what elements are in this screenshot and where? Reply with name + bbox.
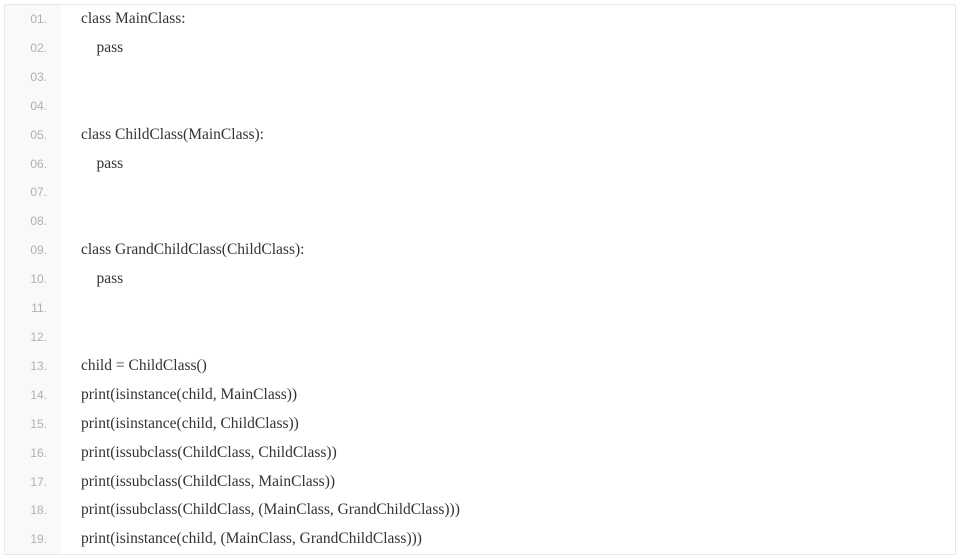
code-line: 04.	[5, 92, 955, 121]
code-line: 10. pass	[5, 265, 955, 294]
line-number: 02.	[5, 34, 61, 63]
line-number: 09.	[5, 236, 61, 265]
line-number: 06.	[5, 150, 61, 179]
line-content: print(isinstance(child, (MainClass, Gran…	[61, 525, 422, 554]
code-line: 03.	[5, 63, 955, 92]
line-content: class GrandChildClass(ChildClass):	[61, 236, 304, 265]
line-number: 03.	[5, 63, 61, 92]
line-content: pass	[61, 34, 123, 63]
line-number: 11.	[5, 294, 61, 323]
line-number: 07.	[5, 178, 61, 207]
line-number: 14.	[5, 381, 61, 410]
code-line: 07.	[5, 178, 955, 207]
line-content: print(issubclass(ChildClass, MainClass))	[61, 468, 335, 497]
line-content: pass	[61, 265, 123, 294]
code-line: 13.child = ChildClass()	[5, 352, 955, 381]
line-content: class MainClass:	[61, 5, 186, 34]
line-content: print(isinstance(child, ChildClass))	[61, 410, 299, 439]
code-line: 09.class GrandChildClass(ChildClass):	[5, 236, 955, 265]
line-number: 10.	[5, 265, 61, 294]
code-line: 01.class MainClass:	[5, 5, 955, 34]
line-number: 15.	[5, 410, 61, 439]
code-line: 08.	[5, 207, 955, 236]
line-number: 04.	[5, 92, 61, 121]
line-content: child = ChildClass()	[61, 352, 207, 381]
line-number: 17.	[5, 468, 61, 497]
line-number: 12.	[5, 323, 61, 352]
code-line: 14.print(isinstance(child, MainClass))	[5, 381, 955, 410]
code-line: 16.print(issubclass(ChildClass, ChildCla…	[5, 439, 955, 468]
code-line: 11.	[5, 294, 955, 323]
code-line: 06. pass	[5, 150, 955, 179]
line-content: pass	[61, 150, 123, 179]
code-line: 05.class ChildClass(MainClass):	[5, 121, 955, 150]
line-number: 16.	[5, 439, 61, 468]
line-content: print(isinstance(child, MainClass))	[61, 381, 297, 410]
code-line: 17.print(issubclass(ChildClass, MainClas…	[5, 468, 955, 497]
code-line: 12.	[5, 323, 955, 352]
line-content: class ChildClass(MainClass):	[61, 121, 264, 150]
line-content: print(issubclass(ChildClass, (MainClass,…	[61, 496, 460, 525]
code-line: 02. pass	[5, 34, 955, 63]
line-number: 08.	[5, 207, 61, 236]
code-line: 19.print(isinstance(child, (MainClass, G…	[5, 525, 955, 554]
line-number: 05.	[5, 121, 61, 150]
code-block: 01.class MainClass:02. pass03.04.05.clas…	[4, 4, 956, 555]
line-number: 18.	[5, 496, 61, 525]
line-number: 13.	[5, 352, 61, 381]
line-number: 19.	[5, 525, 61, 554]
line-number: 01.	[5, 5, 61, 34]
line-content: print(issubclass(ChildClass, ChildClass)…	[61, 439, 337, 468]
code-line: 15.print(isinstance(child, ChildClass))	[5, 410, 955, 439]
code-line: 18.print(issubclass(ChildClass, (MainCla…	[5, 496, 955, 525]
